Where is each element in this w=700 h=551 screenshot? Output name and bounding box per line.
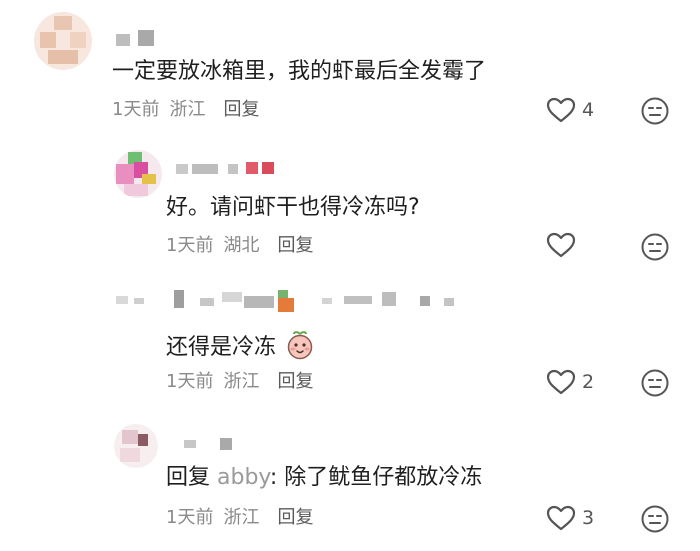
comment-text: 好。请问虾干也得冷冻吗? bbox=[166, 195, 420, 220]
like-button[interactable]: 3 bbox=[546, 505, 594, 531]
comment-location: 浙江 bbox=[223, 371, 260, 392]
peach-face-emoji bbox=[285, 330, 315, 368]
mention-link[interactable]: abby bbox=[217, 465, 270, 490]
neutral-face-icon[interactable] bbox=[640, 96, 670, 130]
username[interactable] bbox=[112, 288, 482, 312]
like-count: 2 bbox=[582, 371, 595, 393]
avatar[interactable] bbox=[114, 150, 162, 198]
reply-button[interactable]: 回复 bbox=[277, 235, 313, 256]
reply-text: : 除了鱿鱼仔都放冷冻 bbox=[269, 465, 483, 490]
comment-time: 1天前 bbox=[112, 99, 160, 120]
comment-time: 1天前 bbox=[166, 507, 214, 528]
comment-meta: 1天前 湖北 回复 bbox=[166, 234, 323, 258]
reply-button[interactable]: 回复 bbox=[223, 99, 259, 120]
comment-text: 回复 abby: 除了鱿鱼仔都放冷冻 bbox=[166, 464, 482, 492]
comment-text: 还得是冷冻 bbox=[166, 330, 315, 368]
reply-button[interactable]: 回复 bbox=[277, 371, 313, 392]
heart-outline-icon bbox=[546, 232, 576, 258]
like-button[interactable] bbox=[546, 232, 582, 258]
avatar[interactable] bbox=[114, 424, 158, 468]
comment-text: 一定要放冰箱里，我的虾最后全发霉了 bbox=[112, 59, 487, 84]
neutral-face-icon[interactable] bbox=[640, 504, 670, 538]
comment-time: 1天前 bbox=[166, 235, 214, 256]
like-button[interactable]: 4 bbox=[546, 97, 594, 123]
comment-location: 浙江 bbox=[223, 507, 260, 528]
like-count: 4 bbox=[582, 99, 595, 121]
comment-meta: 1天前 浙江 回复 bbox=[112, 98, 269, 122]
comment-location: 湖北 bbox=[223, 235, 260, 256]
like-button[interactable]: 2 bbox=[546, 369, 594, 395]
neutral-face-icon[interactable] bbox=[640, 232, 670, 266]
comment-meta: 1天前 浙江 回复 bbox=[166, 370, 323, 394]
comment-meta: 1天前 浙江 回复 bbox=[166, 506, 323, 530]
comment-time: 1天前 bbox=[166, 371, 214, 392]
heart-outline-icon bbox=[546, 505, 576, 531]
reply-prefix: 回复 bbox=[166, 465, 211, 490]
heart-outline-icon bbox=[546, 369, 576, 395]
username[interactable] bbox=[184, 436, 244, 452]
like-count: 3 bbox=[582, 507, 595, 529]
comment-location: 浙江 bbox=[169, 99, 206, 120]
heart-outline-icon bbox=[546, 97, 576, 123]
username[interactable] bbox=[176, 160, 286, 176]
avatar[interactable] bbox=[34, 12, 92, 70]
neutral-face-icon[interactable] bbox=[640, 368, 670, 402]
username[interactable] bbox=[116, 30, 164, 46]
reply-button[interactable]: 回复 bbox=[277, 507, 313, 528]
